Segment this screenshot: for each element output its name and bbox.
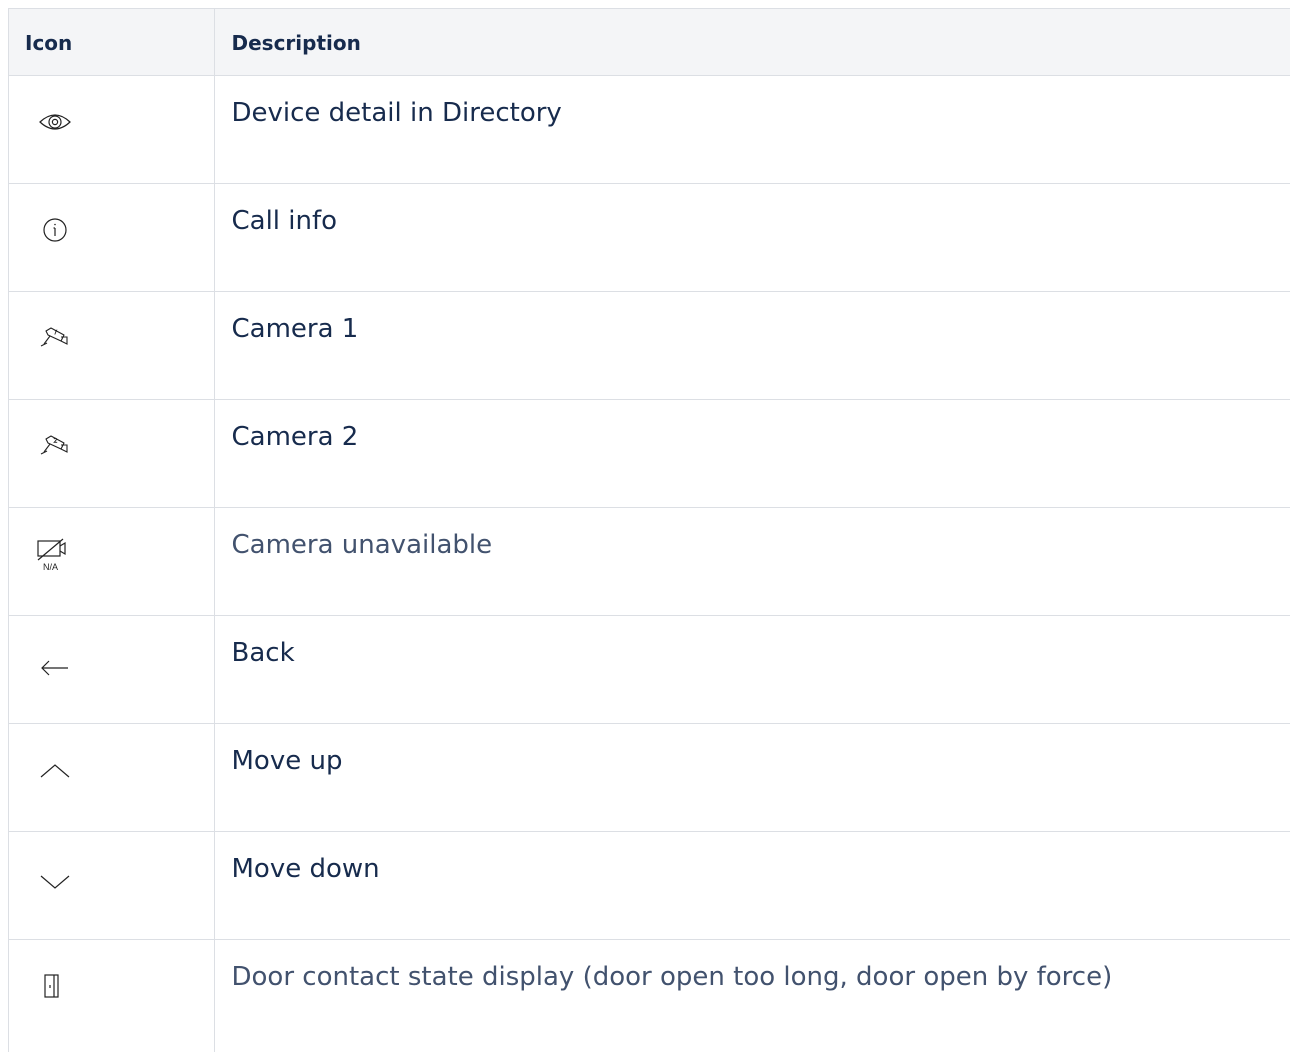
description-cell: Camera unavailable bbox=[214, 508, 1290, 616]
table-header-row: Icon Description bbox=[9, 9, 1290, 76]
description-cell: Camera 1 bbox=[214, 292, 1290, 400]
eye-icon bbox=[37, 104, 73, 140]
column-header-description-label: Description bbox=[215, 9, 1290, 55]
column-header-description: Description bbox=[214, 9, 1290, 76]
camera-unavailable-label: N/A bbox=[43, 562, 58, 572]
description-cell: Device detail in Directory bbox=[214, 76, 1290, 184]
icon-cell bbox=[9, 292, 214, 400]
table-row: Move down bbox=[9, 832, 1290, 940]
description-cell: Camera 2 bbox=[214, 400, 1290, 508]
row-description: Back bbox=[215, 616, 1290, 669]
info-circle-icon bbox=[37, 212, 73, 248]
table-row: Door contact state display (door open to… bbox=[9, 940, 1290, 1052]
icon-cell bbox=[9, 400, 214, 508]
icon-cell: N/A bbox=[9, 508, 214, 616]
column-header-icon-label: Icon bbox=[9, 9, 214, 55]
icon-cell bbox=[9, 184, 214, 292]
table-row: Call info bbox=[9, 184, 1290, 292]
icon-cell bbox=[9, 940, 214, 1052]
icon-cell bbox=[9, 832, 214, 940]
icon-description-table: Icon Description Device detail in Direct… bbox=[9, 9, 1290, 1052]
column-header-icon: Icon bbox=[9, 9, 214, 76]
row-description: Camera unavailable bbox=[215, 508, 1290, 561]
icon-cell bbox=[9, 616, 214, 724]
table-row: Device detail in Directory bbox=[9, 76, 1290, 184]
row-description: Call info bbox=[215, 184, 1290, 237]
door-contact-icon bbox=[37, 968, 73, 1004]
table-row: Camera 1 bbox=[9, 292, 1290, 400]
icon-description-table-container: Icon Description Device detail in Direct… bbox=[8, 8, 1290, 1052]
camera-unavailable-icon: N/A bbox=[37, 536, 73, 572]
table-row: N/A Camera unavailable bbox=[9, 508, 1290, 616]
table-row: Back bbox=[9, 616, 1290, 724]
chevron-down-icon bbox=[37, 860, 73, 896]
arrow-left-icon bbox=[37, 644, 73, 680]
row-description: Camera 1 bbox=[215, 292, 1290, 345]
table-row: Move up bbox=[9, 724, 1290, 832]
table-header: Icon Description bbox=[9, 9, 1290, 76]
description-cell: Move up bbox=[214, 724, 1290, 832]
table-body: Device detail in Directory Call info bbox=[9, 76, 1290, 1052]
row-description: Move up bbox=[215, 724, 1290, 777]
description-cell: Call info bbox=[214, 184, 1290, 292]
chevron-up-icon bbox=[37, 752, 73, 788]
table-row: Camera 2 bbox=[9, 400, 1290, 508]
camera-2-icon bbox=[37, 428, 73, 464]
description-cell: Move down bbox=[214, 832, 1290, 940]
row-description: Camera 2 bbox=[215, 400, 1290, 453]
camera-1-icon bbox=[37, 320, 73, 356]
description-cell: Door contact state display (door open to… bbox=[214, 940, 1290, 1052]
icon-cell bbox=[9, 724, 214, 832]
row-description: Move down bbox=[215, 832, 1290, 885]
icon-cell bbox=[9, 76, 214, 184]
row-description: Device detail in Directory bbox=[215, 76, 1290, 129]
description-cell: Back bbox=[214, 616, 1290, 724]
row-description: Door contact state display (door open to… bbox=[215, 940, 1290, 993]
